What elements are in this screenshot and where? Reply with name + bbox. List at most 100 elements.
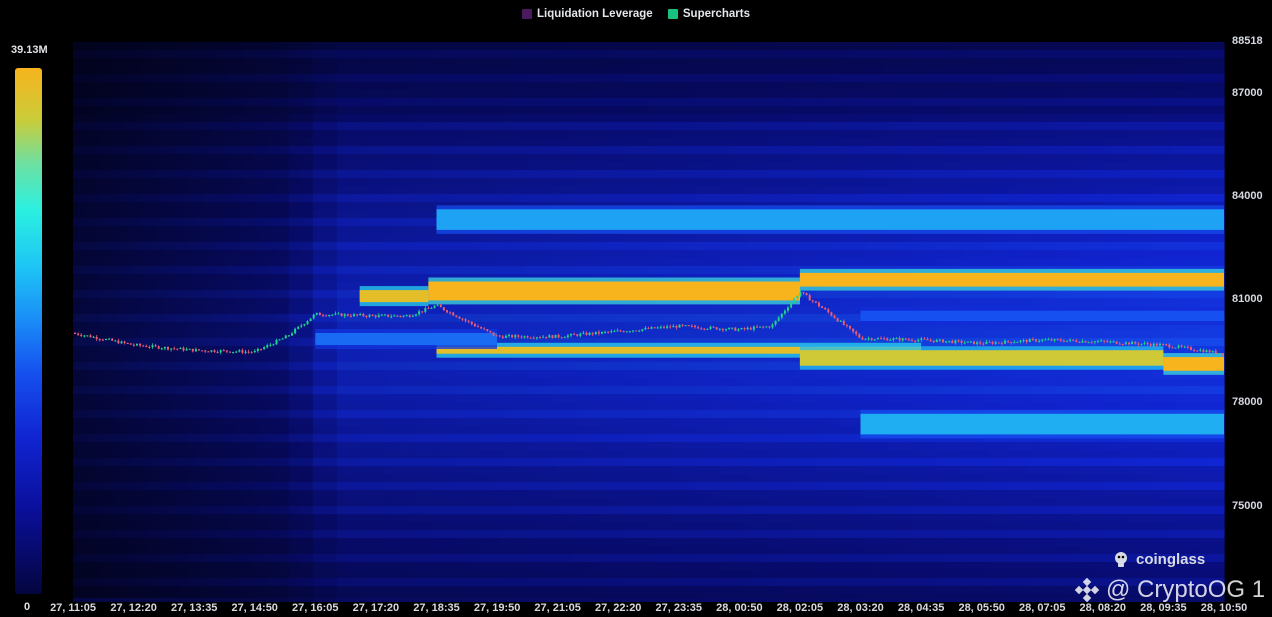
candle-body <box>312 314 315 319</box>
candle-body <box>867 338 870 340</box>
candle-body <box>303 324 306 326</box>
candle-body <box>1044 339 1047 341</box>
candle-body <box>111 338 114 341</box>
candle-body <box>421 311 424 313</box>
candle-body <box>179 347 182 349</box>
candle-body <box>945 341 948 343</box>
candle-body <box>647 327 650 329</box>
candle-body <box>659 326 662 328</box>
x-tick-label: 28, 03:20 <box>837 602 884 614</box>
candle-body <box>731 327 734 329</box>
candle-body <box>942 339 944 343</box>
candle-body <box>362 314 365 316</box>
candle-body <box>845 324 848 326</box>
candle-body <box>1177 345 1180 348</box>
candle-body <box>917 339 920 342</box>
candle-body <box>334 313 337 315</box>
candle-body <box>694 325 696 328</box>
candle-body <box>151 345 154 348</box>
candle-body <box>855 331 858 335</box>
candle-body <box>1059 339 1062 341</box>
candle-body <box>669 326 672 328</box>
candle-body <box>1084 341 1087 343</box>
candle-body <box>256 348 259 351</box>
candle-body <box>1053 339 1056 341</box>
candle-body <box>387 314 390 317</box>
candle-body <box>1193 349 1196 351</box>
candle-body <box>225 350 228 352</box>
candle-body <box>1066 340 1068 342</box>
candle-body <box>222 350 225 352</box>
candle-body <box>1019 340 1022 342</box>
candle-body <box>1078 341 1081 343</box>
candle-body <box>563 337 566 339</box>
candle-body <box>759 326 762 328</box>
candle-body <box>1202 349 1205 353</box>
candle-body <box>765 326 768 328</box>
candle-body <box>486 329 489 331</box>
candle-body <box>566 335 569 338</box>
liquidation-band <box>436 209 1224 230</box>
heatmap-chart[interactable] <box>0 0 1272 617</box>
candle-body <box>951 340 954 344</box>
candle-body <box>706 329 709 330</box>
candle-body <box>117 340 120 344</box>
candle-body <box>194 349 197 352</box>
candle-body <box>777 317 780 321</box>
candle-body <box>1112 341 1115 343</box>
candle-body <box>322 315 324 317</box>
candle-body <box>201 350 204 352</box>
candle-body <box>1159 344 1161 346</box>
y-tick-label: 84000 <box>1232 190 1263 202</box>
candle-body <box>923 338 926 340</box>
candle-body <box>430 307 433 309</box>
candle-body <box>198 349 200 351</box>
candle-body <box>1137 343 1140 345</box>
candle-body <box>929 340 932 342</box>
candle-body <box>77 333 80 335</box>
candle-body <box>914 340 917 342</box>
coinglass-logo-icon <box>1115 552 1127 567</box>
candle-body <box>1028 339 1031 342</box>
candle-body <box>780 313 783 318</box>
liquidation-band <box>1163 357 1224 371</box>
candle-body <box>613 331 616 333</box>
candle-body <box>433 305 436 308</box>
candle-body <box>641 329 644 331</box>
candle-body <box>384 314 386 316</box>
candle-body <box>842 320 845 325</box>
x-tick-label: 27, 22:20 <box>594 602 642 614</box>
candle-body <box>985 341 988 344</box>
x-tick-label: 28, 04:35 <box>897 602 945 614</box>
candle-body <box>219 350 222 353</box>
candle-body <box>185 349 188 351</box>
candle-body <box>1128 342 1130 345</box>
candle-body <box>597 331 600 334</box>
candle-body <box>377 315 380 317</box>
candle-body <box>1087 342 1090 344</box>
candle-body <box>204 350 207 352</box>
candle-body <box>1013 342 1016 344</box>
x-tick-label: 28, 07:05 <box>1019 602 1066 614</box>
candle-body <box>325 315 328 317</box>
candle-body <box>514 335 517 338</box>
candle-body <box>105 339 107 340</box>
candle-body <box>1016 341 1019 343</box>
x-tick-label: 27, 19:50 <box>473 602 521 614</box>
candle-body <box>656 327 659 329</box>
candle-body <box>883 338 886 340</box>
x-tick-label: 28, 02:05 <box>776 602 824 614</box>
candle-body <box>229 351 231 353</box>
candle-body <box>278 339 281 341</box>
candle-body <box>889 339 892 341</box>
candle-body <box>396 315 399 317</box>
candle-body <box>687 325 690 327</box>
candle-body <box>269 344 272 346</box>
candle-body <box>849 325 851 329</box>
candle-body <box>1186 346 1189 348</box>
candle-body <box>1000 342 1003 344</box>
candle-body <box>737 329 740 331</box>
candle-body <box>591 332 594 335</box>
candle-body <box>858 334 861 338</box>
candle-body <box>216 352 219 353</box>
